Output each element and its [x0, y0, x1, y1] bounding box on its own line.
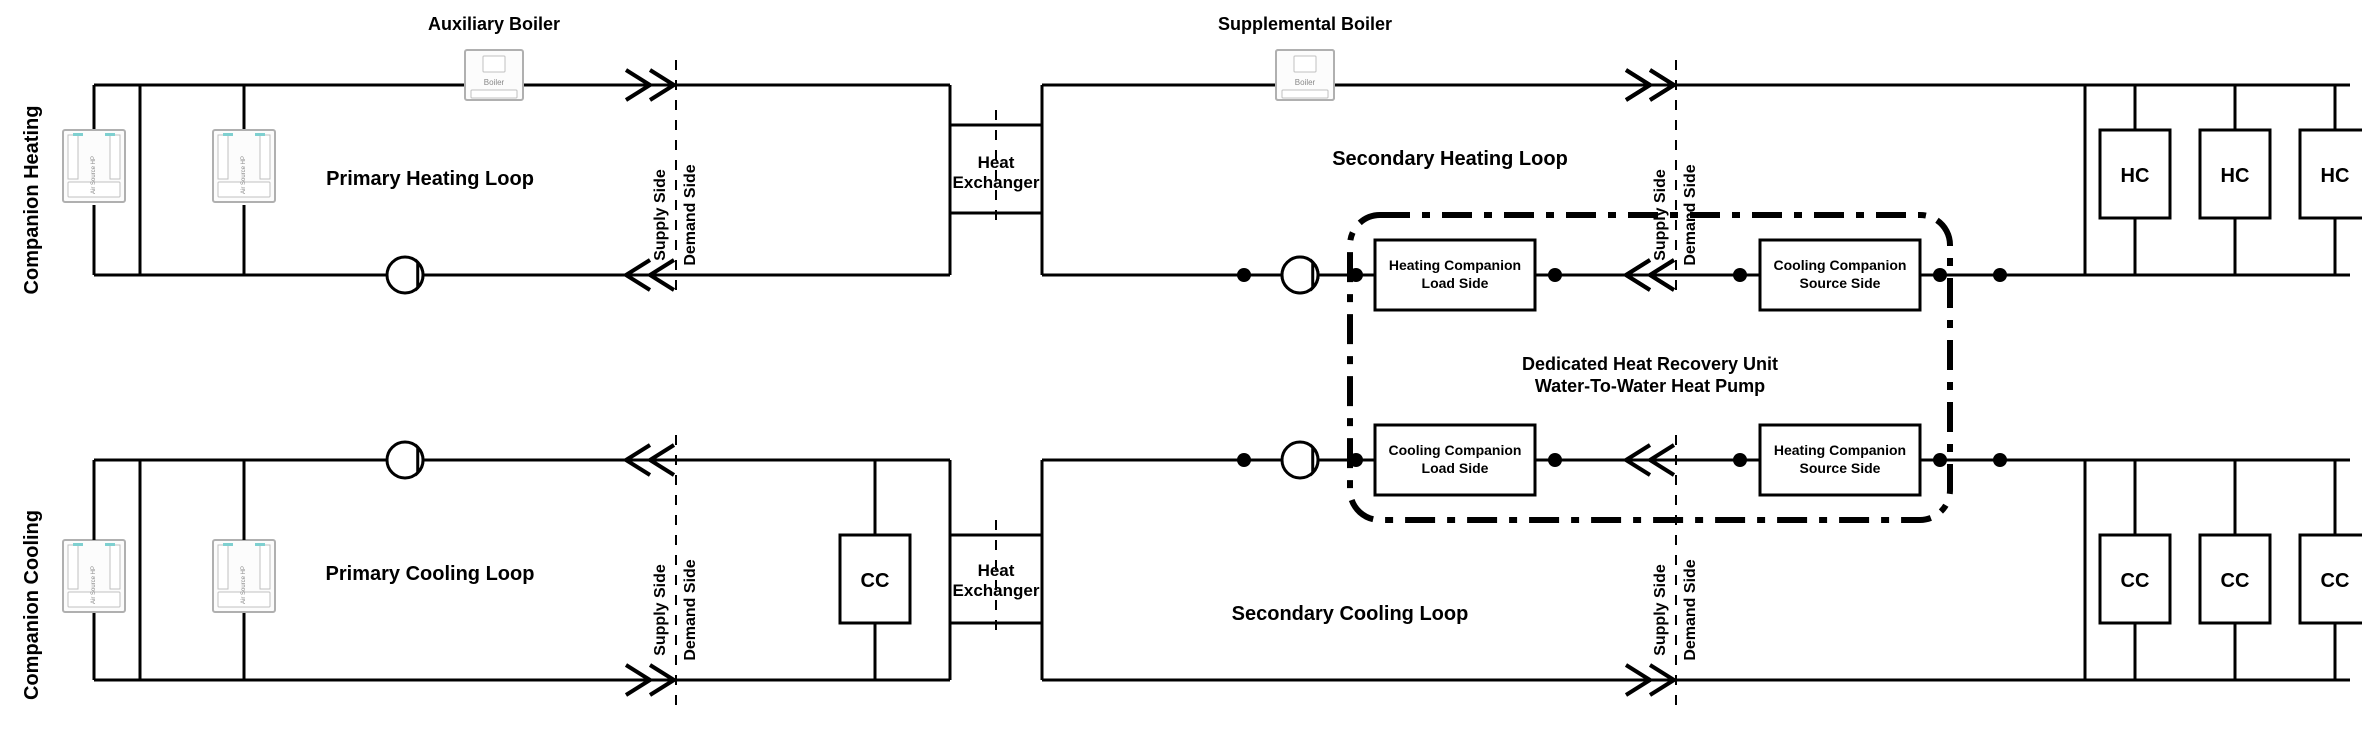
svg-text:Load Side: Load Side [1422, 275, 1489, 291]
demand-side-label-ph: Demand Side [682, 164, 699, 265]
svg-text:HC: HC [2321, 165, 2350, 187]
svg-text:Exchanger: Exchanger [953, 173, 1040, 192]
supplemental-boiler-redraw [1276, 50, 1334, 100]
primary-heating-loop-label: Primary Heating Loop [326, 168, 534, 190]
supply-side-label-ph: Supply Side [652, 169, 669, 261]
cc-3: CC [2300, 460, 2362, 680]
svg-text:Source Side: Source Side [1800, 275, 1881, 291]
primary-cooling-loop-label: Primary Cooling Loop [326, 563, 535, 585]
svg-text:HC: HC [2121, 165, 2150, 187]
svg-text:CC: CC [2121, 570, 2150, 592]
cc-primary: CC [840, 460, 910, 680]
svg-text:Heating Companion: Heating Companion [1389, 257, 1521, 273]
dhr-label-1: Dedicated Heat Recovery Unit [1522, 354, 1778, 374]
demand-side-label-pc: Demand Side [682, 559, 699, 660]
side-label-heating: Companion Heating [21, 106, 43, 295]
cooling-companion-load-side: Cooling Companion Load Side [1375, 425, 1535, 495]
cc-1: CC [2100, 460, 2170, 680]
svg-text:CC: CC [2221, 570, 2250, 592]
svg-text:Source Side: Source Side [1800, 460, 1881, 476]
demand-side-label-sc: Demand Side [1682, 559, 1699, 660]
side-label-cooling: Companion Cooling [21, 510, 43, 700]
heating-companion-load-side: Heating Companion Load Side [1375, 240, 1535, 310]
svg-text:CC: CC [861, 570, 890, 592]
secondary-cooling-loop-label: Secondary Cooling Loop [1232, 603, 1469, 625]
heating-companion-source-side: Heating Companion Source Side [1760, 425, 1920, 495]
supply-side-label-sc: Supply Side [1652, 564, 1669, 656]
heat-exchanger-heating: Heat Exchanger [950, 110, 1042, 230]
svg-text:Cooling Companion: Cooling Companion [1389, 442, 1522, 458]
pump-primary-cooling [387, 442, 430, 478]
auxiliary-boiler [465, 50, 523, 100]
secondary-heating-loop-label: Secondary Heating Loop [1332, 148, 1568, 170]
svg-text:Exchanger: Exchanger [953, 581, 1040, 600]
supply-side-label-pc: Supply Side [652, 564, 669, 656]
ashp-unit-1 [63, 85, 140, 275]
cc-2: CC [2200, 460, 2270, 680]
dhr-label-2: Water-To-Water Heat Pump [1535, 376, 1765, 396]
svg-text:Load Side: Load Side [1422, 460, 1489, 476]
svg-text:Cooling Companion: Cooling Companion [1774, 257, 1907, 273]
cooling-companion-source-side: Cooling Companion Source Side [1760, 240, 1920, 310]
ashp-cooling-1 [63, 540, 140, 680]
svg-text:CC: CC [2321, 570, 2350, 592]
svg-text:Heat: Heat [978, 153, 1015, 172]
svg-text:Heat: Heat [978, 561, 1015, 580]
supp-boiler-label: Supplemental Boiler [1218, 14, 1392, 34]
pump-primary-heating [387, 257, 430, 293]
heat-exchanger-cooling: Heat Exchanger [950, 520, 1042, 640]
svg-text:Heating Companion: Heating Companion [1774, 442, 1906, 458]
svg-text:HC: HC [2221, 165, 2250, 187]
aux-boiler-label: Auxiliary Boiler [428, 14, 560, 34]
pump-secondary-cooling [1282, 442, 1325, 478]
ashp-unit-2 [213, 85, 275, 275]
